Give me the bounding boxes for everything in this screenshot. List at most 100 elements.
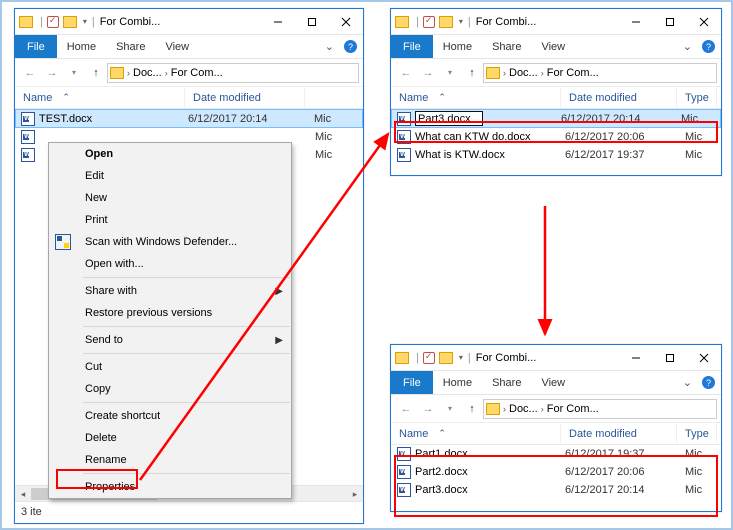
- menu-open[interactable]: Open: [49, 143, 291, 165]
- breadcrumb-seg[interactable]: Doc...: [507, 403, 540, 415]
- tab-view[interactable]: View: [531, 35, 575, 58]
- rename-input[interactable]: [415, 111, 483, 126]
- tab-file[interactable]: File: [391, 35, 433, 58]
- file-name[interactable]: Part1.docx: [415, 448, 565, 460]
- file-name[interactable]: Part2.docx: [415, 466, 565, 478]
- menu-shortcut[interactable]: Create shortcut: [49, 405, 291, 427]
- menu-delete[interactable]: Delete: [49, 427, 291, 449]
- col-date[interactable]: Date modified: [561, 423, 677, 444]
- col-date[interactable]: Date modified: [185, 87, 305, 108]
- file-name[interactable]: What can KTW do.docx: [415, 131, 565, 143]
- file-row[interactable]: 6/12/2017 20:14 Mic: [391, 109, 721, 128]
- menu-rename[interactable]: Rename: [49, 449, 291, 471]
- qat-icon[interactable]: [47, 16, 59, 28]
- titlebar[interactable]: | ▾ | For Combi...: [391, 345, 721, 371]
- file-row[interactable]: What can KTW do.docx 6/12/2017 20:06 Mic: [391, 128, 721, 146]
- nav-recent-button[interactable]: ▾: [439, 62, 461, 84]
- tab-share[interactable]: Share: [106, 35, 155, 58]
- nav-up-button[interactable]: ↑: [461, 398, 483, 420]
- nav-forward-button[interactable]: →: [417, 398, 439, 420]
- minimize-button[interactable]: [261, 10, 295, 34]
- maximize-button[interactable]: [295, 10, 329, 34]
- file-row[interactable]: Part1.docx 6/12/2017 19:37 Mic: [391, 445, 721, 463]
- nav-up-button[interactable]: ↑: [85, 62, 107, 84]
- scroll-right-button[interactable]: ▸: [347, 486, 363, 502]
- col-name[interactable]: Name⌃: [391, 423, 561, 444]
- menu-defender[interactable]: Scan with Windows Defender...: [49, 231, 291, 253]
- ribbon: File Home Share View ⌄ ?: [391, 371, 721, 395]
- col-name[interactable]: Name⌃: [391, 87, 561, 108]
- nav-recent-button[interactable]: ▾: [63, 62, 85, 84]
- menu-print[interactable]: Print: [49, 209, 291, 231]
- file-row[interactable]: What is KTW.docx 6/12/2017 19:37 Mic: [391, 146, 721, 164]
- file-row[interactable]: Part2.docx 6/12/2017 20:06 Mic: [391, 463, 721, 481]
- menu-properties[interactable]: Properties: [49, 476, 291, 498]
- nav-recent-button[interactable]: ▾: [439, 398, 461, 420]
- breadcrumb-seg[interactable]: For Com...: [545, 67, 601, 79]
- help-button[interactable]: ?: [696, 371, 721, 394]
- titlebar[interactable]: | ▾ | For Combi...: [15, 9, 363, 35]
- nav-back-button[interactable]: ←: [395, 398, 417, 420]
- maximize-button[interactable]: [653, 10, 687, 34]
- titlebar[interactable]: | ▾ | For Combi...: [391, 9, 721, 35]
- col-type[interactable]: Type: [677, 87, 717, 108]
- menu-restore[interactable]: Restore previous versions: [49, 302, 291, 324]
- file-row[interactable]: Part3.docx 6/12/2017 20:14 Mic: [391, 481, 721, 499]
- file-name[interactable]: TEST.docx: [39, 113, 188, 125]
- ribbon-expand-icon[interactable]: ⌄: [679, 35, 696, 58]
- col-date[interactable]: Date modified: [561, 87, 677, 108]
- close-button[interactable]: [687, 346, 721, 370]
- breadcrumb-seg[interactable]: For Com...: [545, 403, 601, 415]
- file-name[interactable]: What is KTW.docx: [415, 149, 565, 161]
- qat-dropdown-icon[interactable]: ▾: [459, 353, 463, 362]
- menu-cut[interactable]: Cut: [49, 356, 291, 378]
- breadcrumb-seg[interactable]: Doc...: [507, 67, 540, 79]
- nav-back-button[interactable]: ←: [395, 62, 417, 84]
- nav-forward-button[interactable]: →: [417, 62, 439, 84]
- file-row[interactable]: TEST.docx 6/12/2017 20:14 Mic: [15, 109, 363, 128]
- col-name[interactable]: Name⌃: [15, 87, 185, 108]
- file-name[interactable]: Part3.docx: [415, 484, 565, 496]
- menu-open-with[interactable]: Open with...: [49, 253, 291, 275]
- menu-copy[interactable]: Copy: [49, 378, 291, 400]
- scroll-left-button[interactable]: ◂: [15, 486, 31, 502]
- tab-share[interactable]: Share: [482, 371, 531, 394]
- tab-home[interactable]: Home: [57, 35, 106, 58]
- nav-forward-button[interactable]: →: [41, 62, 63, 84]
- col-type[interactable]: Type: [677, 423, 717, 444]
- help-button[interactable]: ?: [338, 35, 363, 58]
- close-button[interactable]: [329, 10, 363, 34]
- breadcrumb[interactable]: › Doc... › For Com...: [107, 63, 359, 83]
- breadcrumb[interactable]: › Doc... › For Com...: [483, 63, 717, 83]
- qat-dropdown-icon[interactable]: ▾: [459, 17, 463, 26]
- maximize-button[interactable]: [653, 346, 687, 370]
- menu-new[interactable]: New: [49, 187, 291, 209]
- qat-icon[interactable]: [423, 352, 435, 364]
- qat-icon[interactable]: [423, 16, 435, 28]
- tab-home[interactable]: Home: [433, 35, 482, 58]
- tab-share[interactable]: Share: [482, 35, 531, 58]
- tab-view[interactable]: View: [531, 371, 575, 394]
- breadcrumb-seg[interactable]: For Com...: [169, 67, 225, 79]
- shield-icon: [55, 234, 71, 250]
- tab-view[interactable]: View: [155, 35, 199, 58]
- minimize-button[interactable]: [619, 346, 653, 370]
- tab-home[interactable]: Home: [433, 371, 482, 394]
- breadcrumb-seg[interactable]: Doc...: [131, 67, 164, 79]
- tab-file[interactable]: File: [15, 35, 57, 58]
- help-button[interactable]: ?: [696, 35, 721, 58]
- file-list[interactable]: Part1.docx 6/12/2017 19:37 Mic Part2.doc…: [391, 445, 721, 511]
- nav-back-button[interactable]: ←: [19, 62, 41, 84]
- menu-edit[interactable]: Edit: [49, 165, 291, 187]
- ribbon-expand-icon[interactable]: ⌄: [679, 371, 696, 394]
- menu-share-with[interactable]: Share with▶: [49, 280, 291, 302]
- breadcrumb[interactable]: › Doc... › For Com...: [483, 399, 717, 419]
- minimize-button[interactable]: [619, 10, 653, 34]
- ribbon-expand-icon[interactable]: ⌄: [321, 35, 338, 58]
- menu-send-to[interactable]: Send to▶: [49, 329, 291, 351]
- qat-dropdown-icon[interactable]: ▾: [83, 17, 87, 26]
- tab-file[interactable]: File: [391, 371, 433, 394]
- close-button[interactable]: [687, 10, 721, 34]
- file-list[interactable]: 6/12/2017 20:14 Mic What can KTW do.docx…: [391, 109, 721, 175]
- nav-up-button[interactable]: ↑: [461, 62, 483, 84]
